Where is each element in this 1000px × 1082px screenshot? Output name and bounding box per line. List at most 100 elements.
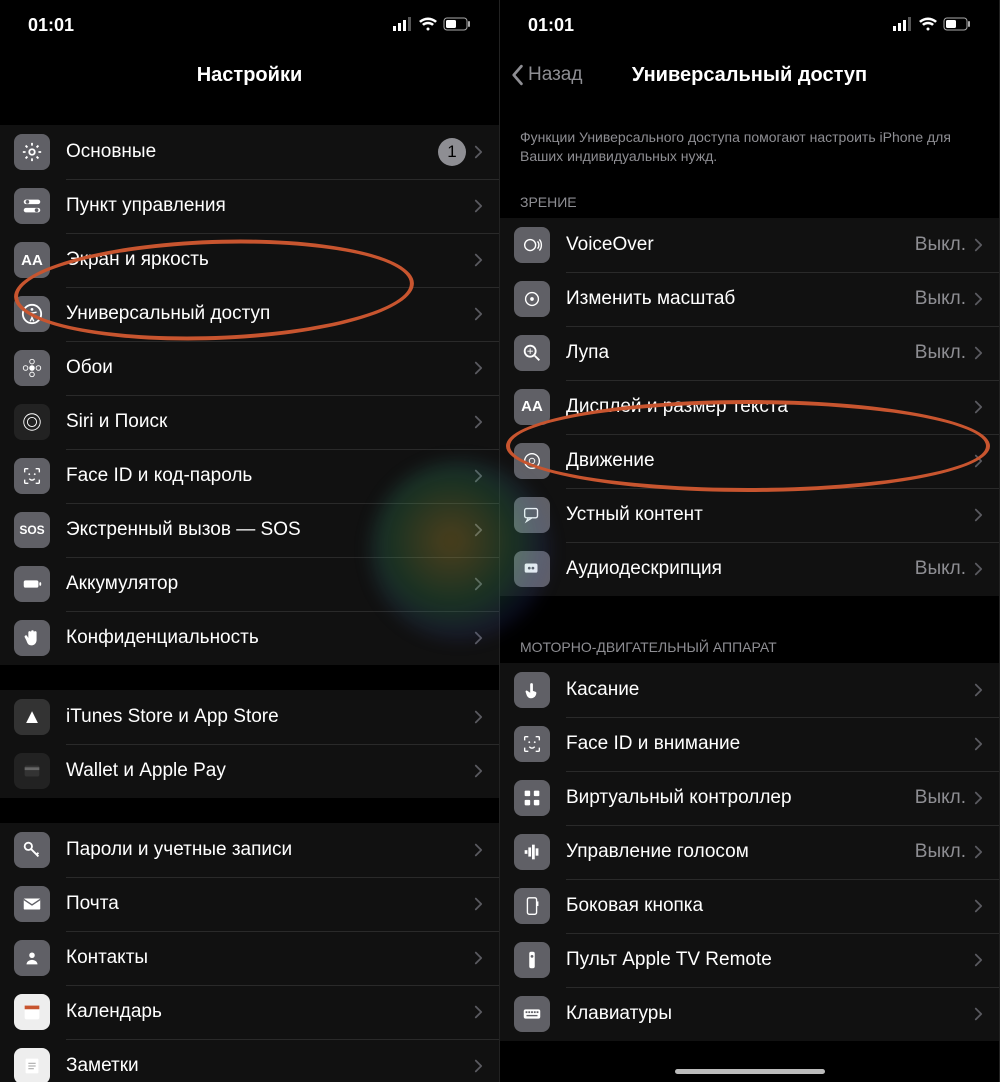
- cell-value: Выкл.: [915, 558, 966, 580]
- cell-access[interactable]: Универсальный доступ: [0, 287, 499, 341]
- cell-voiceover[interactable]: VoiceOverВыкл.: [500, 218, 999, 272]
- keyboard-icon: [514, 996, 550, 1032]
- cell-remote[interactable]: Пульт Apple TV Remote: [500, 933, 999, 987]
- cell-label: VoiceOver: [566, 234, 915, 256]
- cell-faceatt[interactable]: Face ID и внимание: [500, 717, 999, 771]
- cell-label: Экран и яркость: [66, 249, 474, 271]
- switches-icon: [14, 188, 50, 224]
- cell-display[interactable]: AA Экран и яркость: [0, 233, 499, 287]
- cell-mail[interactable]: Почта: [0, 877, 499, 931]
- cell-wallet[interactable]: Wallet и Apple Pay: [0, 744, 499, 798]
- cell-sidebutton[interactable]: Боковая кнопка: [500, 879, 999, 933]
- status-bar: 01:01: [500, 0, 999, 50]
- cell-notes[interactable]: Заметки: [0, 1039, 499, 1082]
- cell-passwords[interactable]: Пароли и учетные записи: [0, 823, 499, 877]
- cell-label: Конфиденциальность: [66, 627, 474, 649]
- speech-icon: [514, 497, 550, 533]
- cell-voicectrl[interactable]: Управление голосомВыкл.: [500, 825, 999, 879]
- chevron-right-icon: [974, 507, 983, 523]
- chevron-right-icon: [474, 468, 483, 484]
- cell-calendar[interactable]: Календарь: [0, 985, 499, 1039]
- cell-wallpaper[interactable]: Обои: [0, 341, 499, 395]
- cell-label: Движение: [566, 450, 974, 472]
- chevron-right-icon: [974, 952, 983, 968]
- cell-label: Календарь: [66, 1001, 474, 1023]
- cell-zoom[interactable]: Изменить масштабВыкл.: [500, 272, 999, 326]
- cell-general[interactable]: Основные1: [0, 125, 499, 179]
- battery-icon: [943, 15, 971, 36]
- cell-label: Устный контент: [566, 504, 974, 526]
- cell-battery[interactable]: Аккумулятор: [0, 557, 499, 611]
- settings-group: Касание Face ID и внимание Виртуальный кон…: [500, 663, 999, 1041]
- cell-label: Заметки: [66, 1055, 474, 1077]
- chevron-right-icon: [974, 237, 983, 253]
- back-button[interactable]: Назад: [510, 64, 582, 86]
- cell-faceid[interactable]: Face ID и код-пароль: [0, 449, 499, 503]
- cell-magnifier[interactable]: ЛупаВыкл.: [500, 326, 999, 380]
- phone-accessibility: 01:01 Назад Универсальный доступ Функции…: [500, 0, 1000, 1082]
- cell-privacy[interactable]: Конфиденциальность: [0, 611, 499, 665]
- section-header: ЗРЕНИЕ: [500, 176, 999, 218]
- signal-icon: [393, 15, 413, 36]
- cell-audiodesc[interactable]: АудиодескрипцияВыкл.: [500, 542, 999, 596]
- cell-label: Пульт Apple TV Remote: [566, 949, 974, 971]
- cell-label: Дисплей и размер текста: [566, 396, 974, 418]
- chevron-right-icon: [974, 736, 983, 752]
- notes-icon: [14, 1048, 50, 1082]
- chevron-right-icon: [974, 1006, 983, 1022]
- chevron-right-icon: [474, 896, 483, 912]
- section-header: МОТОРНО-ДВИГАТЕЛЬНЫЙ АППАРАТ: [500, 621, 999, 663]
- mail-icon: [14, 886, 50, 922]
- chevron-right-icon: [474, 1058, 483, 1074]
- signal-icon: [893, 15, 913, 36]
- page-title: Универсальный доступ: [632, 64, 867, 87]
- accessibility-list: Функции Универсального доступа помогают …: [500, 100, 999, 1082]
- battery-icon: [443, 15, 471, 36]
- status-time: 01:01: [28, 15, 74, 36]
- appstore-icon: ▲: [14, 699, 50, 735]
- chevron-right-icon: [474, 252, 483, 268]
- wifi-icon: [419, 15, 437, 36]
- cell-contacts[interactable]: Контакты: [0, 931, 499, 985]
- chevron-right-icon: [474, 763, 483, 779]
- status-right: [393, 15, 471, 36]
- cell-keyboards[interactable]: Клавиатуры: [500, 987, 999, 1041]
- aA-icon: AA: [14, 242, 50, 278]
- cell-label: Контакты: [66, 947, 474, 969]
- chevron-right-icon: [974, 453, 983, 469]
- page-title: Настройки: [197, 64, 303, 87]
- cell-control[interactable]: Пункт управления: [0, 179, 499, 233]
- cell-switchctrl[interactable]: Виртуальный контроллерВыкл.: [500, 771, 999, 825]
- key-icon: [14, 832, 50, 868]
- chevron-right-icon: [974, 790, 983, 806]
- cell-displaytext[interactable]: AAДисплей и размер текста: [500, 380, 999, 434]
- cell-label: Экстренный вызов — SOS: [66, 519, 474, 541]
- siri-icon: [14, 404, 50, 440]
- cell-spoken[interactable]: Устный контент: [500, 488, 999, 542]
- voicectrl-icon: [514, 834, 550, 870]
- cell-motion[interactable]: Движение: [500, 434, 999, 488]
- chevron-right-icon: [974, 291, 983, 307]
- sidebtn-icon: [514, 888, 550, 924]
- motion-icon: [514, 443, 550, 479]
- chevron-right-icon: [474, 950, 483, 966]
- cell-touch[interactable]: Касание: [500, 663, 999, 717]
- chevron-right-icon: [974, 844, 983, 860]
- cell-label: Face ID и внимание: [566, 733, 974, 755]
- flower-icon: [14, 350, 50, 386]
- home-indicator: [675, 1069, 825, 1074]
- gear-icon: [14, 134, 50, 170]
- cell-sos[interactable]: SOSЭкстренный вызов — SOS: [0, 503, 499, 557]
- chevron-right-icon: [474, 842, 483, 858]
- cell-label: Почта: [66, 893, 474, 915]
- cell-label: Универсальный доступ: [66, 303, 474, 325]
- status-bar: 01:01: [0, 0, 499, 50]
- cell-itunes[interactable]: ▲iTunes Store и App Store: [0, 690, 499, 744]
- chevron-right-icon: [474, 414, 483, 430]
- faceid-icon: [14, 458, 50, 494]
- cell-value: Выкл.: [915, 288, 966, 310]
- navbar: Назад Универсальный доступ: [500, 50, 999, 100]
- chevron-right-icon: [474, 1004, 483, 1020]
- cell-label: Wallet и Apple Pay: [66, 760, 474, 782]
- cell-siri[interactable]: Siri и Поиск: [0, 395, 499, 449]
